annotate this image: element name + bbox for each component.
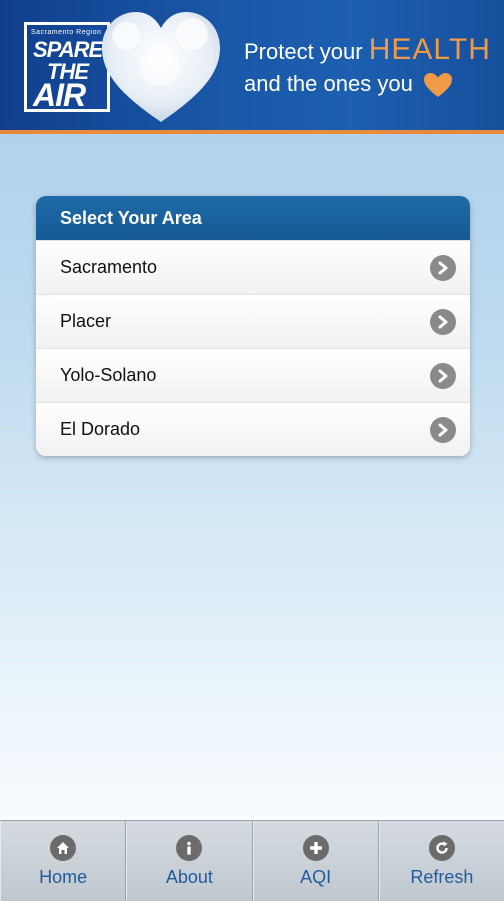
area-item-el-dorado[interactable]: El Dorado — [36, 402, 470, 456]
home-icon — [50, 834, 77, 861]
chevron-right-icon — [430, 416, 456, 443]
logo-line-air: AIR — [33, 77, 86, 113]
tab-label: AQI — [300, 866, 332, 887]
tagline: Protect your HEALTH and the ones you — [244, 34, 491, 100]
plus-icon — [302, 834, 329, 861]
tab-label: Home — [39, 866, 88, 887]
logo-region-text: Sacramento Region — [31, 29, 102, 36]
area-item-label: El Dorado — [60, 419, 141, 439]
chevron-right-icon — [430, 254, 456, 281]
area-item-label: Yolo-Solano — [60, 365, 157, 385]
tab-about[interactable]: About — [126, 821, 253, 901]
area-item-yolo-solano[interactable]: Yolo-Solano — [36, 348, 470, 402]
tagline-protect-text: Protect your — [244, 39, 363, 64]
info-icon — [176, 834, 203, 861]
area-item-label: Placer — [60, 311, 112, 331]
heart-icon — [423, 73, 452, 98]
tab-label: Refresh — [410, 866, 474, 887]
area-item-placer[interactable]: Placer — [36, 294, 470, 348]
chevron-right-icon — [430, 362, 456, 389]
tagline-line-2: and the ones you — [244, 68, 491, 100]
panel-title: Select Your Area — [36, 196, 470, 240]
select-area-panel: Select Your Area Sacramento Placer Yolo-… — [36, 196, 470, 456]
header-banner: Sacramento Region SPARE THE AIR Protect … — [0, 0, 504, 134]
cloud-heart-image — [102, 12, 220, 122]
tagline-ones-you-text: and the ones you — [244, 71, 413, 96]
tab-refresh[interactable]: Refresh — [378, 821, 504, 901]
tagline-line-1: Protect your HEALTH — [244, 34, 491, 68]
tagline-health-text: HEALTH — [368, 33, 491, 66]
refresh-icon — [428, 834, 455, 861]
logo-line-spare: SPARE — [33, 37, 103, 62]
tab-aqi[interactable]: AQI — [252, 821, 379, 901]
bottom-tab-bar: Home About AQI Refresh — [0, 820, 504, 901]
tab-home[interactable]: Home — [0, 821, 127, 901]
area-item-label: Sacramento — [60, 257, 158, 277]
area-item-sacramento[interactable]: Sacramento — [36, 240, 470, 294]
chevron-right-icon — [430, 308, 456, 335]
tab-label: About — [165, 866, 213, 887]
